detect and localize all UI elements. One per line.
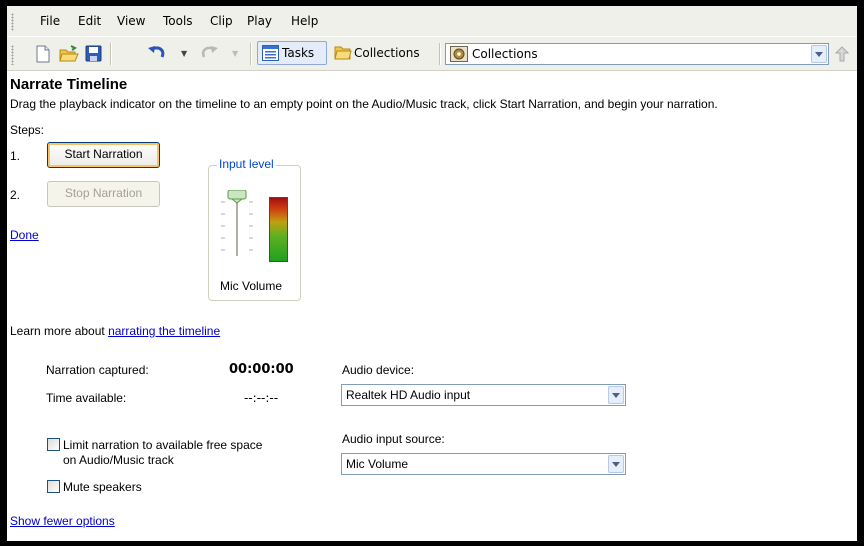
learn-more-prefix: Learn more about [10,324,105,338]
narration-captured-label: Narration captured: [46,363,149,377]
menu-clip[interactable]: Clip [206,6,237,36]
panel-title: Narrate Timeline [10,76,128,93]
menu-file[interactable]: File [36,6,64,36]
toolbar-separator [110,43,112,65]
step1-number: 1. [10,149,21,163]
learn-more-link[interactable]: narrating the timeline [108,324,220,338]
tasks-icon [262,45,279,61]
input-level-label: Input level [217,157,276,171]
limit-narration-label-line2: on Audio/Music track [63,453,174,467]
mic-volume-slider[interactable] [219,190,259,260]
up-one-level-icon [835,46,849,62]
menu-bar: File Edit View Tools Clip Play Help [7,6,857,37]
menu-edit[interactable]: Edit [74,6,105,36]
show-fewer-options-link[interactable]: Show fewer options [10,514,115,528]
chevron-down-icon[interactable] [811,45,827,63]
open-folder-icon[interactable] [59,45,79,63]
tasks-label: Tasks [282,46,315,60]
mic-volume-label: Mic Volume [220,279,283,293]
toolbar-separator [439,43,441,65]
collections-film-icon [450,46,468,62]
collections-label: Collections [354,46,420,60]
menu-view[interactable]: View [113,6,149,36]
input-level-meter [269,197,288,262]
collections-dropdown-value: Collections [472,47,538,61]
done-link[interactable]: Done [10,228,39,242]
toolbar: ▼ ▼ Tasks Collections Collections [7,37,857,71]
stop-narration-button: Stop Narration [47,181,160,207]
menu-grip[interactable] [11,13,14,31]
collections-folder-icon [334,46,352,60]
toolbar-grip[interactable] [11,45,14,65]
limit-narration-label-line1: Limit narration to available free space [63,438,263,452]
learn-more-text: Learn more about narrating the timeline [10,324,220,338]
time-available-label: Time available: [46,391,127,405]
time-available-value: --:--:-- [244,391,279,405]
audio-device-select[interactable]: Realtek HD Audio input [341,384,626,406]
chevron-down-icon[interactable] [608,455,624,473]
menu-play[interactable]: Play [243,6,276,36]
steps-label: Steps: [10,123,45,137]
collections-button[interactable]: Collections [332,41,432,65]
narrate-panel: Narrate Timeline Drag the playback indic… [7,71,857,541]
input-level-group: Input level Mic Volume [208,157,301,301]
redo-icon [202,46,218,58]
mute-speakers-label: Mute speakers [63,480,142,494]
step2-number: 2. [10,188,21,202]
audio-input-source-label: Audio input source: [342,432,445,446]
new-project-icon[interactable] [35,45,51,63]
app-window: File Edit View Tools Clip Play Help ▼ ▼ … [0,0,857,541]
redo-dropdown-icon: ▼ [232,49,239,58]
collections-dropdown[interactable]: Collections [445,43,829,65]
undo-dropdown-icon[interactable]: ▼ [181,49,187,58]
save-icon[interactable] [85,45,102,62]
panel-description: Drag the playback indicator on the timel… [10,97,718,111]
audio-input-source-select[interactable]: Mic Volume [341,453,626,475]
narration-captured-value: 00:00:00 [229,362,294,377]
start-narration-button[interactable]: Start Narration [47,142,160,168]
limit-narration-checkbox[interactable] [47,438,60,451]
audio-input-source-value: Mic Volume [346,457,409,471]
chevron-down-icon[interactable] [608,386,624,404]
audio-device-label: Audio device: [342,363,415,377]
menu-help[interactable]: Help [287,6,322,36]
tasks-button[interactable]: Tasks [257,41,327,65]
mute-speakers-checkbox[interactable] [47,480,60,493]
audio-device-value: Realtek HD Audio input [346,388,471,402]
menu-tools[interactable]: Tools [159,6,197,36]
toolbar-separator [250,43,252,65]
undo-icon[interactable] [147,45,167,63]
